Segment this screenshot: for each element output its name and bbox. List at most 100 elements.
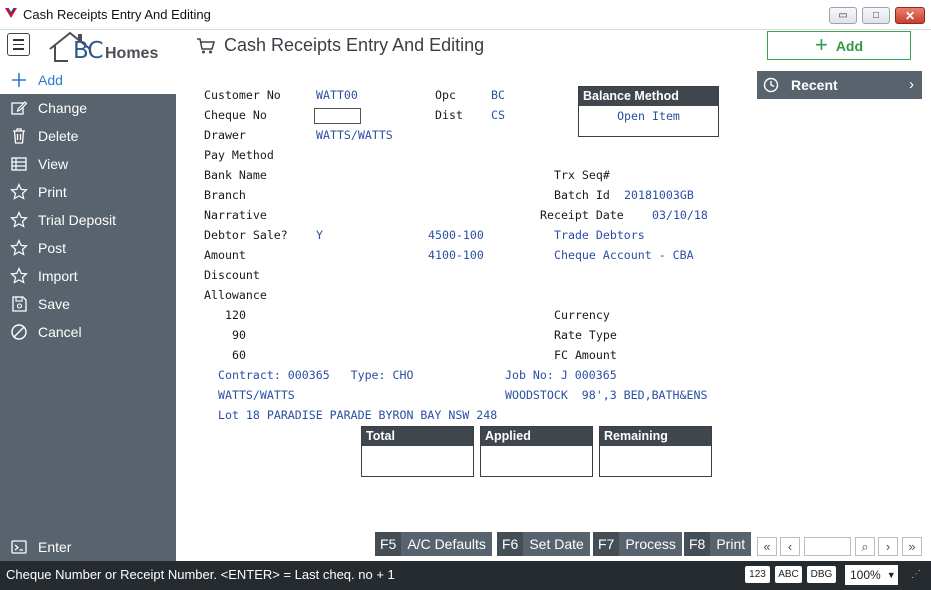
job-description: WOODSTOCK 98',3 BED,BATH&ENS bbox=[505, 388, 708, 402]
cart-icon bbox=[197, 38, 215, 54]
search-button[interactable]: ⌕ bbox=[855, 537, 875, 556]
fkey-code: F6 bbox=[497, 532, 524, 556]
value-receipt-date[interactable]: 03/10/18 bbox=[652, 208, 708, 222]
fkey-label: Print bbox=[716, 536, 746, 552]
star-icon bbox=[0, 262, 38, 290]
label-branch: Branch bbox=[204, 188, 246, 202]
terminal-icon bbox=[0, 533, 38, 561]
sidebar-item-trial-deposit[interactable]: Trial Deposit bbox=[0, 206, 176, 234]
double-chevron-right-icon: » bbox=[908, 539, 916, 554]
label-trx-seq: Trx Seq# bbox=[554, 168, 610, 182]
value-debtor-sale[interactable]: Y bbox=[316, 228, 323, 242]
label-fc-amount: FC Amount bbox=[554, 348, 617, 362]
brand-homes: Homes bbox=[105, 45, 159, 62]
value-batch-id[interactable]: 20181003GB bbox=[624, 188, 694, 202]
value-amount-gl[interactable]: 4100-100 bbox=[428, 248, 484, 262]
hamburger-menu-button[interactable] bbox=[7, 33, 30, 56]
label-pay-method: Pay Method bbox=[204, 148, 274, 162]
label-bank-name: Bank Name bbox=[204, 168, 267, 182]
sidebar-item-add[interactable]: Add bbox=[0, 66, 176, 94]
next-page-button[interactable]: › bbox=[878, 537, 898, 556]
chevron-down-icon: ▼ bbox=[886, 570, 896, 580]
sidebar-item-delete[interactable]: Delete bbox=[0, 122, 176, 150]
last-page-button[interactable]: » bbox=[902, 537, 922, 556]
add-button[interactable]: + Add bbox=[767, 31, 911, 60]
value-cheque-account: Cheque Account - CBA bbox=[554, 248, 694, 262]
close-button[interactable]: ✕ bbox=[895, 7, 925, 24]
sidebar-item-label: Print bbox=[38, 184, 67, 200]
chevron-right-icon: › bbox=[885, 539, 891, 554]
sidebar-item-view[interactable]: View bbox=[0, 150, 176, 178]
cheque-no-input[interactable] bbox=[314, 108, 361, 124]
value-opc[interactable]: BC bbox=[491, 88, 505, 102]
total-box: Total bbox=[361, 426, 474, 477]
fkey-label: Process bbox=[625, 536, 676, 552]
star-icon bbox=[0, 234, 38, 262]
label-aging-90: 90 bbox=[232, 328, 246, 342]
sidebar-item-print[interactable]: Print bbox=[0, 178, 176, 206]
page-title: Cash Receipts Entry And Editing bbox=[224, 35, 485, 55]
hamburger-icon bbox=[13, 39, 24, 41]
zoom-select[interactable]: 100% ▼ bbox=[845, 565, 898, 585]
value-trade-debtors: Trade Debtors bbox=[554, 228, 645, 242]
table-icon bbox=[0, 150, 38, 178]
contract-line-2: WATTS/WATTS bbox=[218, 388, 295, 402]
fkey-code: F7 bbox=[593, 532, 620, 556]
recent-panel[interactable]: Recent › bbox=[757, 71, 922, 99]
total-title: Total bbox=[362, 427, 473, 446]
sidebar-item-change[interactable]: Change bbox=[0, 94, 176, 122]
fkey-label: A/C Defaults bbox=[407, 536, 486, 552]
label-batch-id: Batch Id bbox=[554, 188, 610, 202]
chevron-right-icon: › bbox=[909, 76, 914, 93]
debug-indicator[interactable]: DBG bbox=[807, 566, 836, 583]
app-logo-icon bbox=[5, 7, 17, 18]
minimize-button[interactable]: ▭ bbox=[829, 7, 857, 24]
f6-set-date-button[interactable]: F6 Set Date bbox=[497, 532, 590, 556]
save-icon bbox=[0, 290, 38, 318]
label-receipt-date: Receipt Date bbox=[540, 208, 624, 222]
enter-button[interactable]: Enter bbox=[0, 533, 176, 561]
prev-page-button[interactable]: ‹ bbox=[780, 537, 800, 556]
label-dist: Dist bbox=[435, 108, 463, 122]
first-page-button[interactable]: « bbox=[757, 537, 777, 556]
f5-ac-defaults-button[interactable]: F5 A/C Defaults bbox=[375, 532, 492, 556]
f8-print-button[interactable]: F8 Print bbox=[684, 532, 752, 556]
sidebar-item-save[interactable]: Save bbox=[0, 290, 176, 318]
value-drawer[interactable]: WATTS/WATTS bbox=[316, 128, 393, 142]
enter-label: Enter bbox=[38, 539, 72, 555]
value-customer-no[interactable]: WATT00 bbox=[316, 88, 358, 102]
label-narrative: Narrative bbox=[204, 208, 267, 222]
sidebar-item-post[interactable]: Post bbox=[0, 234, 176, 262]
close-icon: ✕ bbox=[904, 8, 916, 23]
fkey-label: Set Date bbox=[529, 536, 584, 552]
clock-icon bbox=[763, 77, 779, 93]
label-currency: Currency bbox=[554, 308, 610, 322]
applied-box: Applied bbox=[480, 426, 593, 477]
sidebar-item-cancel[interactable]: Cancel bbox=[0, 318, 176, 346]
f7-process-button[interactable]: F7 Process bbox=[593, 532, 682, 556]
fkey-code: F5 bbox=[375, 532, 402, 556]
status-bar: Cheque Number or Receipt Number. <ENTER>… bbox=[0, 561, 931, 590]
status-message: Cheque Number or Receipt Number. <ENTER>… bbox=[6, 567, 395, 582]
label-allowance: Allowance bbox=[204, 288, 267, 302]
edit-icon bbox=[0, 94, 38, 122]
caps-lock-indicator: ABC bbox=[775, 566, 802, 583]
value-debtor-sale-gl[interactable]: 4500-100 bbox=[428, 228, 484, 242]
value-dist[interactable]: CS bbox=[491, 108, 505, 122]
label-debtor-sale: Debtor Sale? bbox=[204, 228, 288, 242]
sidebar-item-label: Delete bbox=[38, 128, 79, 144]
maximize-button[interactable]: □ bbox=[862, 7, 890, 24]
star-icon bbox=[0, 178, 38, 206]
resize-grip-icon[interactable]: ⋰ bbox=[911, 569, 921, 580]
applied-title: Applied bbox=[481, 427, 592, 446]
sidebar-item-import[interactable]: Import bbox=[0, 262, 176, 290]
label-rate-type: Rate Type bbox=[554, 328, 617, 342]
remaining-box: Remaining bbox=[599, 426, 712, 477]
label-amount: Amount bbox=[204, 248, 246, 262]
search-icon: ⌕ bbox=[861, 538, 869, 554]
record-search-input[interactable] bbox=[804, 537, 851, 556]
cancel-icon bbox=[0, 318, 38, 346]
plus-icon: + bbox=[814, 31, 828, 57]
label-aging-60: 60 bbox=[232, 348, 246, 362]
recent-label: Recent bbox=[791, 77, 838, 93]
